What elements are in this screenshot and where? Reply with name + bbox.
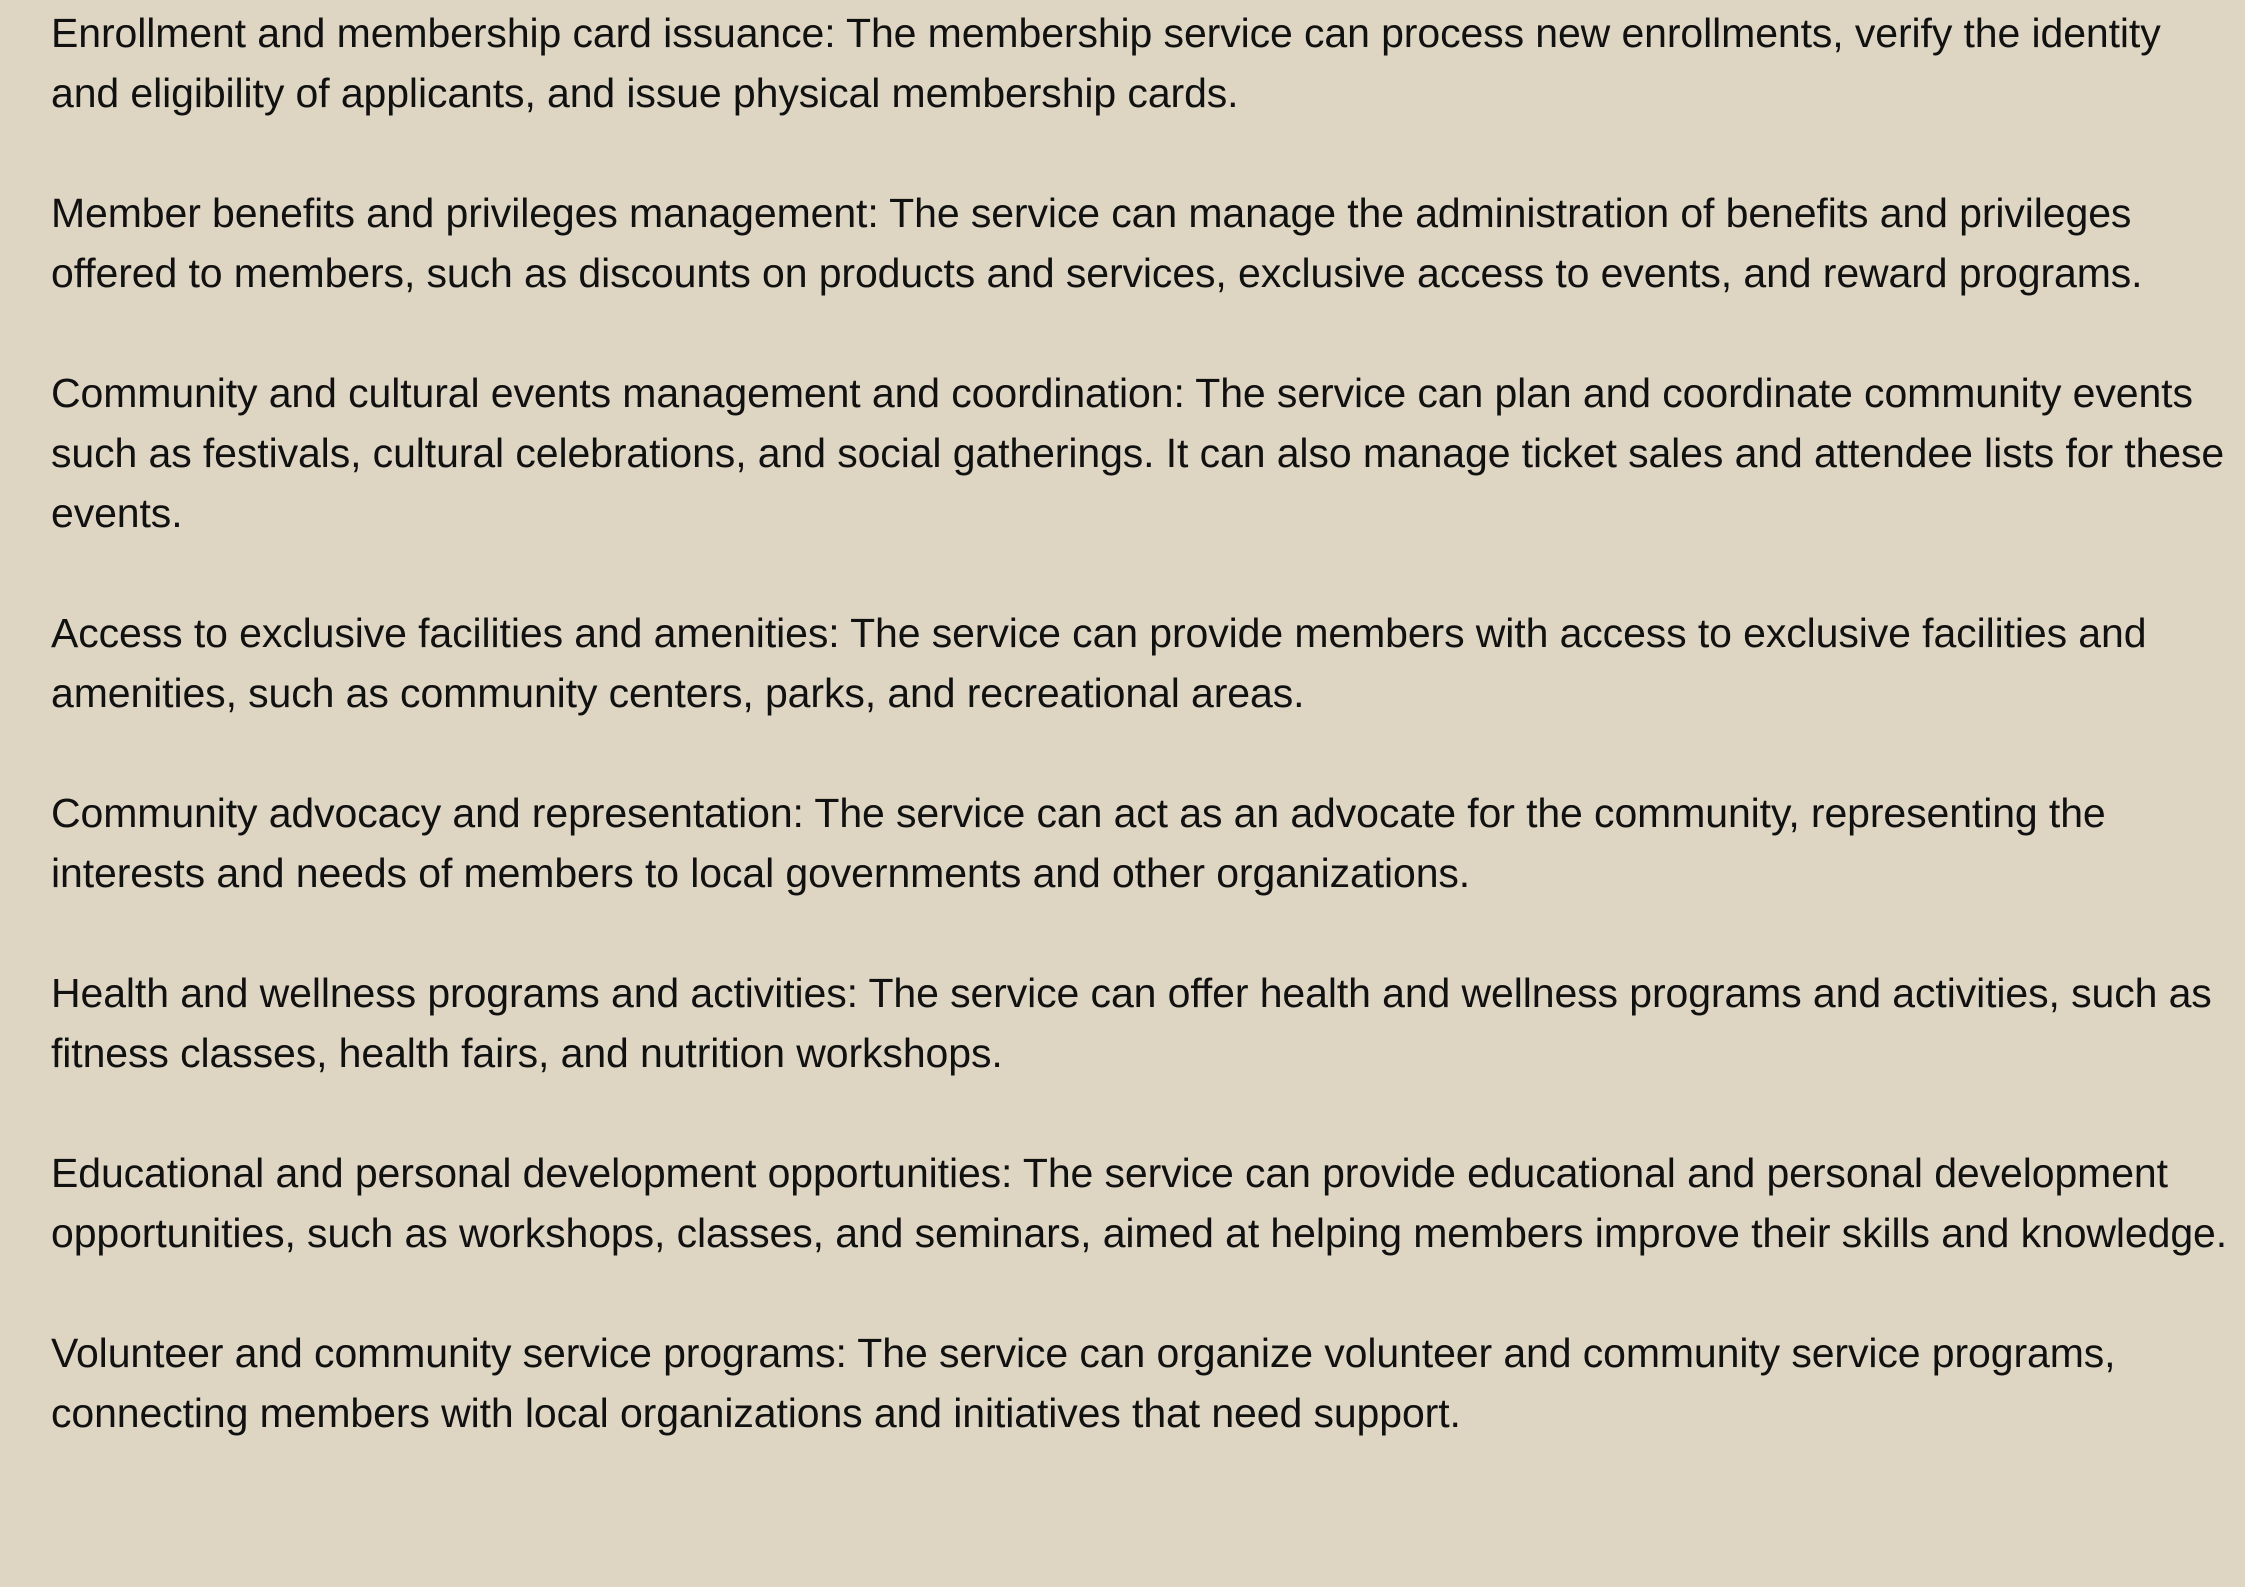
service-item-community-advocacy: Community advocacy and representation: T… xyxy=(51,790,2106,896)
service-item-volunteer-programs: Volunteer and community service programs… xyxy=(51,1330,2116,1436)
service-description-document: Enrollment and membership card issuance:… xyxy=(0,0,2245,1587)
service-item-facilities-access: Access to exclusive facilities and ameni… xyxy=(51,610,2147,716)
service-item-member-benefits: Member benefits and privileges managemen… xyxy=(51,190,2143,296)
service-item-health-wellness: Health and wellness programs and activit… xyxy=(51,970,2212,1076)
service-item-community-events: Community and cultural events management… xyxy=(51,370,2225,536)
service-item-educational-development: Educational and personal development opp… xyxy=(51,1150,2228,1256)
service-item-enrollment: Enrollment and membership card issuance:… xyxy=(51,10,2161,116)
